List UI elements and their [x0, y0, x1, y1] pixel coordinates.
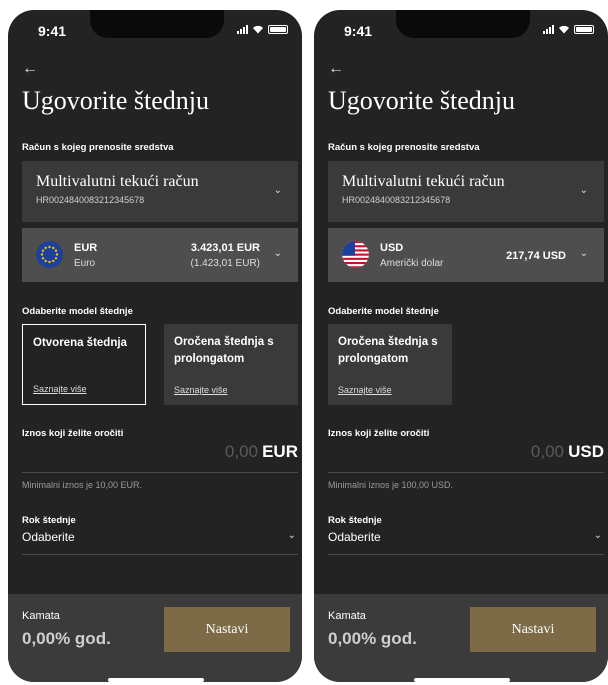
- amount-value: 0,00: [530, 442, 564, 461]
- account-selector[interactable]: Multivalutni tekući račun HR002484008321…: [328, 161, 604, 222]
- account-selector[interactable]: Multivalutni tekući račun HR002484008321…: [22, 161, 298, 222]
- currency-balance: 217,74 USD: [506, 250, 566, 262]
- learn-more-link[interactable]: Saznajte više: [338, 385, 392, 395]
- amount-hint: Minimalni iznos je 10,00 EUR.: [22, 480, 143, 490]
- amount-hint: Minimalni iznos je 100,00 USD.: [328, 480, 454, 490]
- notch: [396, 10, 530, 38]
- chevron-down-icon: ⌄: [273, 248, 282, 259]
- back-arrow-icon[interactable]: ←: [22, 60, 38, 78]
- currency-balance: 3.423,01 EUR: [190, 242, 260, 254]
- signal-icon: [543, 24, 554, 34]
- back-arrow-icon[interactable]: ←: [328, 60, 344, 78]
- account-name: Multivalutni tekući račun: [342, 173, 505, 190]
- chevron-down-icon: ⌄: [579, 185, 588, 196]
- currency-code: USD: [380, 242, 404, 254]
- learn-more-link[interactable]: Saznajte više: [174, 385, 228, 395]
- amount-currency: USD: [568, 442, 604, 461]
- term-label: Rok štednje: [22, 515, 76, 526]
- continue-button[interactable]: Nastavi: [164, 607, 290, 652]
- battery-icon: [574, 24, 594, 34]
- wifi-icon: [559, 25, 569, 33]
- continue-button[interactable]: Nastavi: [470, 607, 596, 652]
- term-value: Odaberite: [22, 530, 75, 544]
- term-selector[interactable]: Rok štednje Odaberite ⌄: [328, 512, 604, 555]
- rate-value: 0,00% god.: [22, 629, 111, 648]
- term-selector[interactable]: Rok štednje Odaberite ⌄: [22, 512, 298, 555]
- notch: [90, 10, 224, 38]
- account-iban: HR0024840083212345678: [36, 195, 145, 205]
- phone-screen-eur: 9:41 ← Ugovorite štednju Račun s kojeg p…: [8, 10, 302, 682]
- account-name: Multivalutni tekući račun: [36, 173, 199, 190]
- amount-label: Iznos koji želite oročiti: [328, 428, 430, 439]
- learn-more-link[interactable]: Saznajte više: [33, 384, 87, 394]
- model-card-term-savings[interactable]: Oročena štednja s prolongatom Saznajte v…: [328, 324, 452, 405]
- model-section-label: Odaberite model štednje: [22, 306, 133, 317]
- rate-value: 0,00% god.: [328, 629, 417, 648]
- model-section-label: Odaberite model štednje: [328, 306, 439, 317]
- chevron-down-icon: ⌄: [287, 530, 296, 541]
- battery-icon: [268, 24, 288, 34]
- chevron-down-icon: ⌄: [579, 248, 588, 259]
- account-iban: HR0024840083212345678: [342, 195, 451, 205]
- page-title: Ugovorite štednju: [22, 86, 210, 115]
- model-card-title: Otvorena štednja: [33, 337, 127, 349]
- wifi-icon: [253, 25, 263, 33]
- currency-name: Euro: [74, 258, 96, 269]
- term-value: Odaberite: [328, 530, 381, 544]
- account-section-label: Račun s kojeg prenosite sredstva: [328, 142, 480, 153]
- model-card-term-savings[interactable]: Oročena štednja s prolongatom Saznajte v…: [164, 324, 298, 405]
- currency-code: EUR: [74, 242, 98, 254]
- amount-currency: EUR: [262, 442, 298, 461]
- chevron-down-icon: ⌄: [273, 185, 282, 196]
- footer-bar: Kamata 0,00% god. Nastavi: [314, 594, 608, 682]
- model-card-title: Oročena štednja s prolongatom: [174, 336, 274, 365]
- model-card-open-savings[interactable]: Otvorena štednja Saznajte više: [22, 324, 146, 405]
- phone-screen-usd: 9:41 ← Ugovorite štednju Račun s kojeg p…: [314, 10, 608, 682]
- status-icons: [237, 24, 288, 34]
- currency-name: Američki dolar: [380, 258, 444, 269]
- chevron-down-icon: ⌄: [593, 530, 602, 541]
- currency-selector[interactable]: EUR Euro 3.423,01 EUR (1.423,01 EUR) ⌄: [22, 228, 298, 282]
- amount-input[interactable]: 0,00 EUR: [22, 439, 298, 473]
- home-indicator: [108, 678, 204, 682]
- footer-bar: Kamata 0,00% god. Nastavi: [8, 594, 302, 682]
- currency-balance-secondary: (1.423,01 EUR): [190, 258, 260, 269]
- rate-label: Kamata: [328, 610, 366, 622]
- status-time: 9:41: [38, 23, 67, 39]
- term-label: Rok štednje: [328, 515, 382, 526]
- home-indicator: [414, 678, 510, 682]
- account-section-label: Račun s kojeg prenosite sredstva: [22, 142, 174, 153]
- page-title: Ugovorite štednju: [328, 86, 516, 115]
- us-flag-icon: [342, 241, 369, 268]
- amount-label: Iznos koji želite oročiti: [22, 428, 124, 439]
- eu-flag-icon: [36, 241, 63, 268]
- model-card-title: Oročena štednja s prolongatom: [338, 336, 438, 365]
- status-time: 9:41: [344, 23, 373, 39]
- amount-input[interactable]: 0,00 USD: [328, 439, 604, 473]
- currency-selector[interactable]: USD Američki dolar 217,74 USD ⌄: [328, 228, 604, 282]
- status-icons: [543, 24, 594, 34]
- signal-icon: [237, 24, 248, 34]
- rate-label: Kamata: [22, 610, 60, 622]
- amount-value: 0,00: [224, 442, 258, 461]
